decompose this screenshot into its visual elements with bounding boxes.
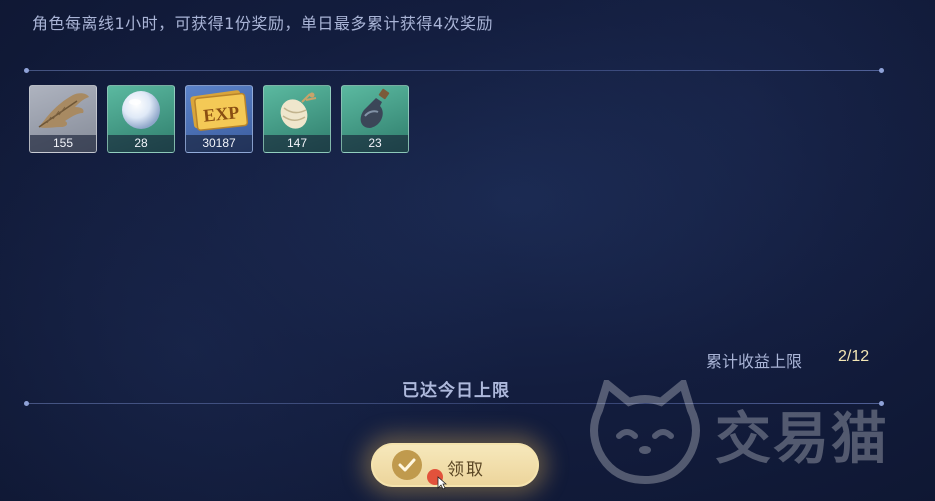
reward-item-list: 155 28 EXP 30187 147 23 bbox=[29, 85, 409, 153]
claim-button[interactable]: 领取 bbox=[371, 443, 539, 487]
watermark-text: 交易猫 bbox=[715, 407, 889, 472]
watermark: 交易猫 bbox=[585, 377, 915, 490]
reward-item-feather[interactable]: 155 bbox=[29, 85, 97, 153]
checkmark-icon bbox=[392, 450, 422, 480]
reward-item-wrapped-sack[interactable]: 147 bbox=[263, 85, 331, 153]
reward-item-exp-ticket[interactable]: EXP 30187 bbox=[185, 85, 253, 153]
offline-reward-description: 角色每离线1小时，可获得1份奖励，单日最多累计获得4次奖励 bbox=[32, 14, 494, 33]
feather-icon bbox=[30, 86, 96, 134]
claim-button-label: 领取 bbox=[447, 460, 485, 480]
reward-item-count: 155 bbox=[30, 135, 96, 152]
pearl-icon bbox=[108, 86, 174, 134]
exp-ticket-icon: EXP bbox=[186, 86, 252, 134]
reward-item-count: 28 bbox=[108, 135, 174, 152]
exp-label: EXP bbox=[202, 102, 240, 126]
potion-bottle-icon bbox=[342, 86, 408, 134]
reward-item-count: 23 bbox=[342, 135, 408, 152]
wrapped-sack-icon bbox=[264, 86, 330, 134]
top-divider bbox=[24, 68, 884, 73]
reward-item-potion-bottle[interactable]: 23 bbox=[341, 85, 409, 153]
cat-logo-icon bbox=[590, 377, 700, 485]
reward-item-count: 147 bbox=[264, 135, 330, 152]
reward-item-pearl[interactable]: 28 bbox=[107, 85, 175, 153]
cumulative-income-value: 2/12 bbox=[838, 348, 870, 365]
cumulative-income-label: 累计收益上限 bbox=[706, 352, 803, 371]
reward-item-count: 30187 bbox=[186, 135, 252, 152]
mouse-cursor-icon bbox=[437, 476, 447, 490]
